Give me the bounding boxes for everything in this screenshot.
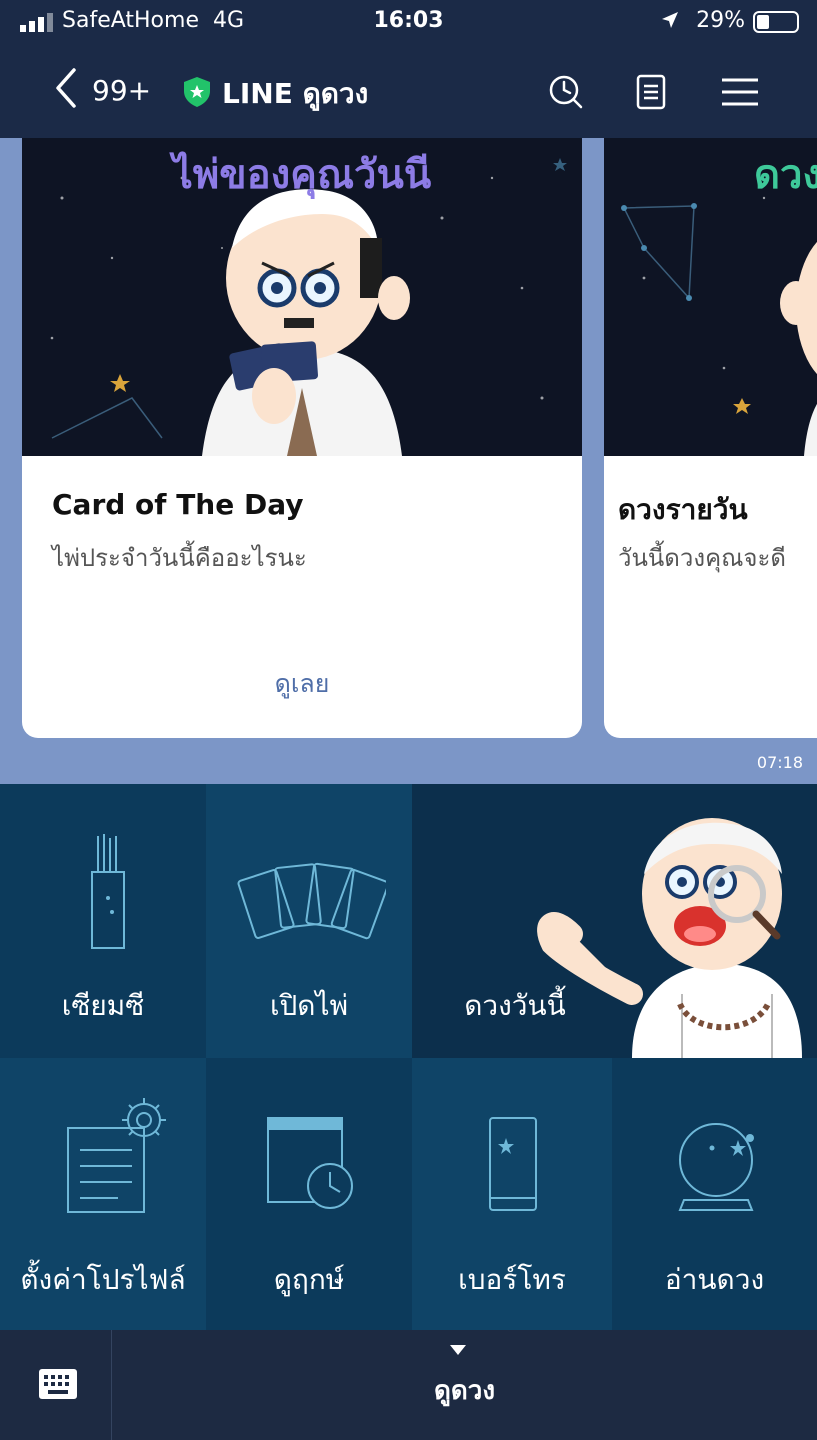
card-banner-text: ดวง [754,152,817,198]
menu-item-phone-number[interactable]: เบอร์โทร [412,1058,612,1330]
menu-item-profile-settings[interactable]: ตั้งค่าโปรไฟล์ [0,1058,206,1330]
battery-percent: 29% [696,8,745,33]
rich-menu-toggle-label[interactable]: ดูดวง [112,1370,817,1411]
battery-icon [753,11,799,33]
menu-item-label: อ่านดวง [664,1263,765,1296]
chat-header: 99+ LINE ดูดวง [0,42,817,138]
card-view-button[interactable]: ดูเลย [22,664,582,704]
menu-item-label: ดวงวันนี้ [464,989,566,1022]
chat-title: LINE ดูดวง [222,77,369,110]
card-subtitle: ไพ่ประจำวันนี้คืออะไรนะ [52,544,307,572]
notes-icon[interactable] [636,74,666,110]
message-timestamp: 07:18 [756,753,803,772]
status-bar: SafeAtHome 4G 16:03 29% [0,0,817,42]
menu-item-siamsi[interactable]: เซียมซี [0,784,206,1058]
tarot-cards-icon [237,862,386,940]
crystal-ball-icon [678,1123,754,1211]
menu-item-label: ตั้งค่าโปรไฟล์ [20,1263,186,1296]
profile-settings-icon [67,1098,166,1213]
menu-item-label: ดูฤกษ์ [273,1263,345,1296]
keyboard-toggle-button[interactable] [0,1330,112,1440]
menu-item-label: เบอร์โทร [458,1263,566,1296]
phone-number-icon [489,1117,537,1211]
carousel-card-card-of-the-day[interactable]: ไพ่ของคุณวันนี Card of The Day ไพ่ประจำว… [22,138,582,738]
menu-item-today-fortune[interactable]: ดวงวันนี้ [412,784,817,1058]
shield-icon [184,77,210,107]
menu-item-label: เปิดไพ่ [269,989,349,1022]
menu-item-auspicious-time[interactable]: ดูฤกษ์ [206,1058,412,1330]
menu-item-read-fortune[interactable]: อ่านดวง [612,1058,817,1330]
chat-area[interactable]: ไพ่ของคุณวันนี Card of The Day ไพ่ประจำว… [0,138,817,784]
calendar-clock-icon [267,1117,353,1209]
menu-item-label: เซียมซี [61,989,145,1022]
clock: 16:03 [373,8,444,33]
menu-icon[interactable] [720,74,760,110]
keyboard-icon [39,1369,77,1399]
collapse-caret-icon[interactable] [449,1344,467,1356]
clock-icon[interactable] [548,74,584,110]
card-subtitle: วันนี้ดวงคุณจะดี [618,544,786,572]
card-illustration: ไพ่ของคุณวันนี [22,138,582,456]
fortune-sticks-icon [91,834,125,949]
card-illustration: ดวง [604,138,817,456]
carousel-card-daily-horoscope[interactable]: ดวง ดวงรายวัน วันนี้ดวงคุณจะดี [604,138,817,738]
location-arrow-icon [662,12,678,28]
menu-item-open-cards[interactable]: เปิดไพ่ [206,784,412,1058]
rich-menu-bar: ดูดวง [0,1330,817,1440]
back-chevron-icon[interactable] [50,64,80,112]
rich-menu: เซียมซี เปิดไพ่ ดวงวันนี้ ตั้งค่าโปรไฟล์… [0,784,817,1330]
unread-count[interactable]: 99+ [92,74,151,107]
card-title: ดวงรายวัน [618,493,748,526]
card-title: Card of The Day [52,488,304,521]
card-banner-text: ไพ่ของคุณวันนี [172,152,432,198]
